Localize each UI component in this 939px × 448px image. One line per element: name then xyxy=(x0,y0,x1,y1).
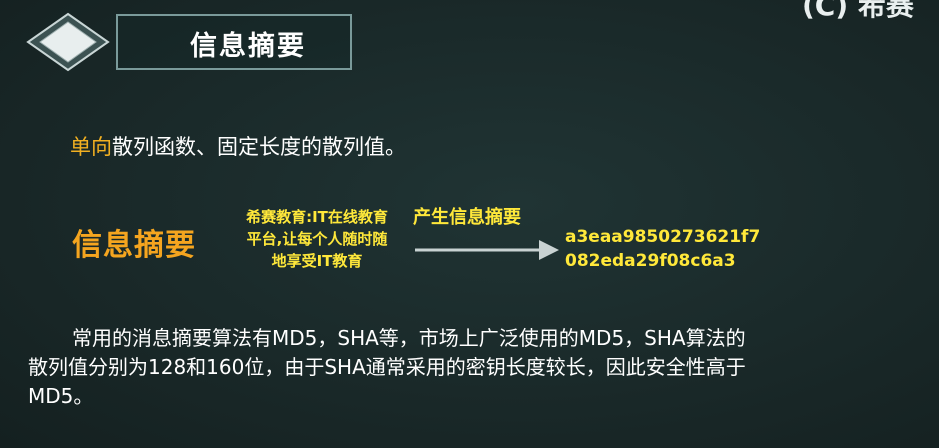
logo: (C) 希赛 xyxy=(802,0,914,22)
input-message: 希赛教育:IT在线教育 平台,让每个人随时随 地享受IT教育 xyxy=(222,206,412,272)
paragraph-line: 散列值分别为128和160位，由于SHA通常采用的密钥长度较长，因此安全性高于 xyxy=(28,355,746,379)
slide: 信息摘要 (C) 希赛 单向散列函数、固定长度的散列值。 信息摘要 希赛教育:I… xyxy=(0,0,939,448)
paragraph-line: MD5。 xyxy=(28,384,94,408)
input-line: 希赛教育:IT在线教育 xyxy=(246,208,388,226)
hash-value: a3eaa9850273621f7 082eda29f08c6a3 xyxy=(565,225,760,273)
definition-text: 散列函数、固定长度的散列值。 xyxy=(112,135,406,159)
paragraph: 常用的消息摘要算法有MD5，SHA等，市场上广泛使用的MD5，SHA算法的 散列… xyxy=(28,324,928,411)
input-line: 平台,让每个人随时随 xyxy=(246,230,388,248)
hash-line: a3eaa9850273621f7 xyxy=(565,227,761,247)
paragraph-line: 常用的消息摘要算法有MD5，SHA等，市场上广泛使用的MD5，SHA算法的 xyxy=(72,326,746,350)
digest-label: 信息摘要 xyxy=(72,228,196,263)
arrow-caption: 产生信息摘要 xyxy=(413,207,521,228)
input-line: 地享受IT教育 xyxy=(271,252,363,270)
diamond-icon xyxy=(22,10,114,74)
definition-line: 单向散列函数、固定长度的散列值。 xyxy=(70,131,406,161)
definition-highlight: 单向 xyxy=(70,135,112,159)
arrow-right-icon xyxy=(413,235,561,265)
page-title: 信息摘要 xyxy=(190,31,306,62)
hash-line: 082eda29f08c6a3 xyxy=(565,251,736,271)
